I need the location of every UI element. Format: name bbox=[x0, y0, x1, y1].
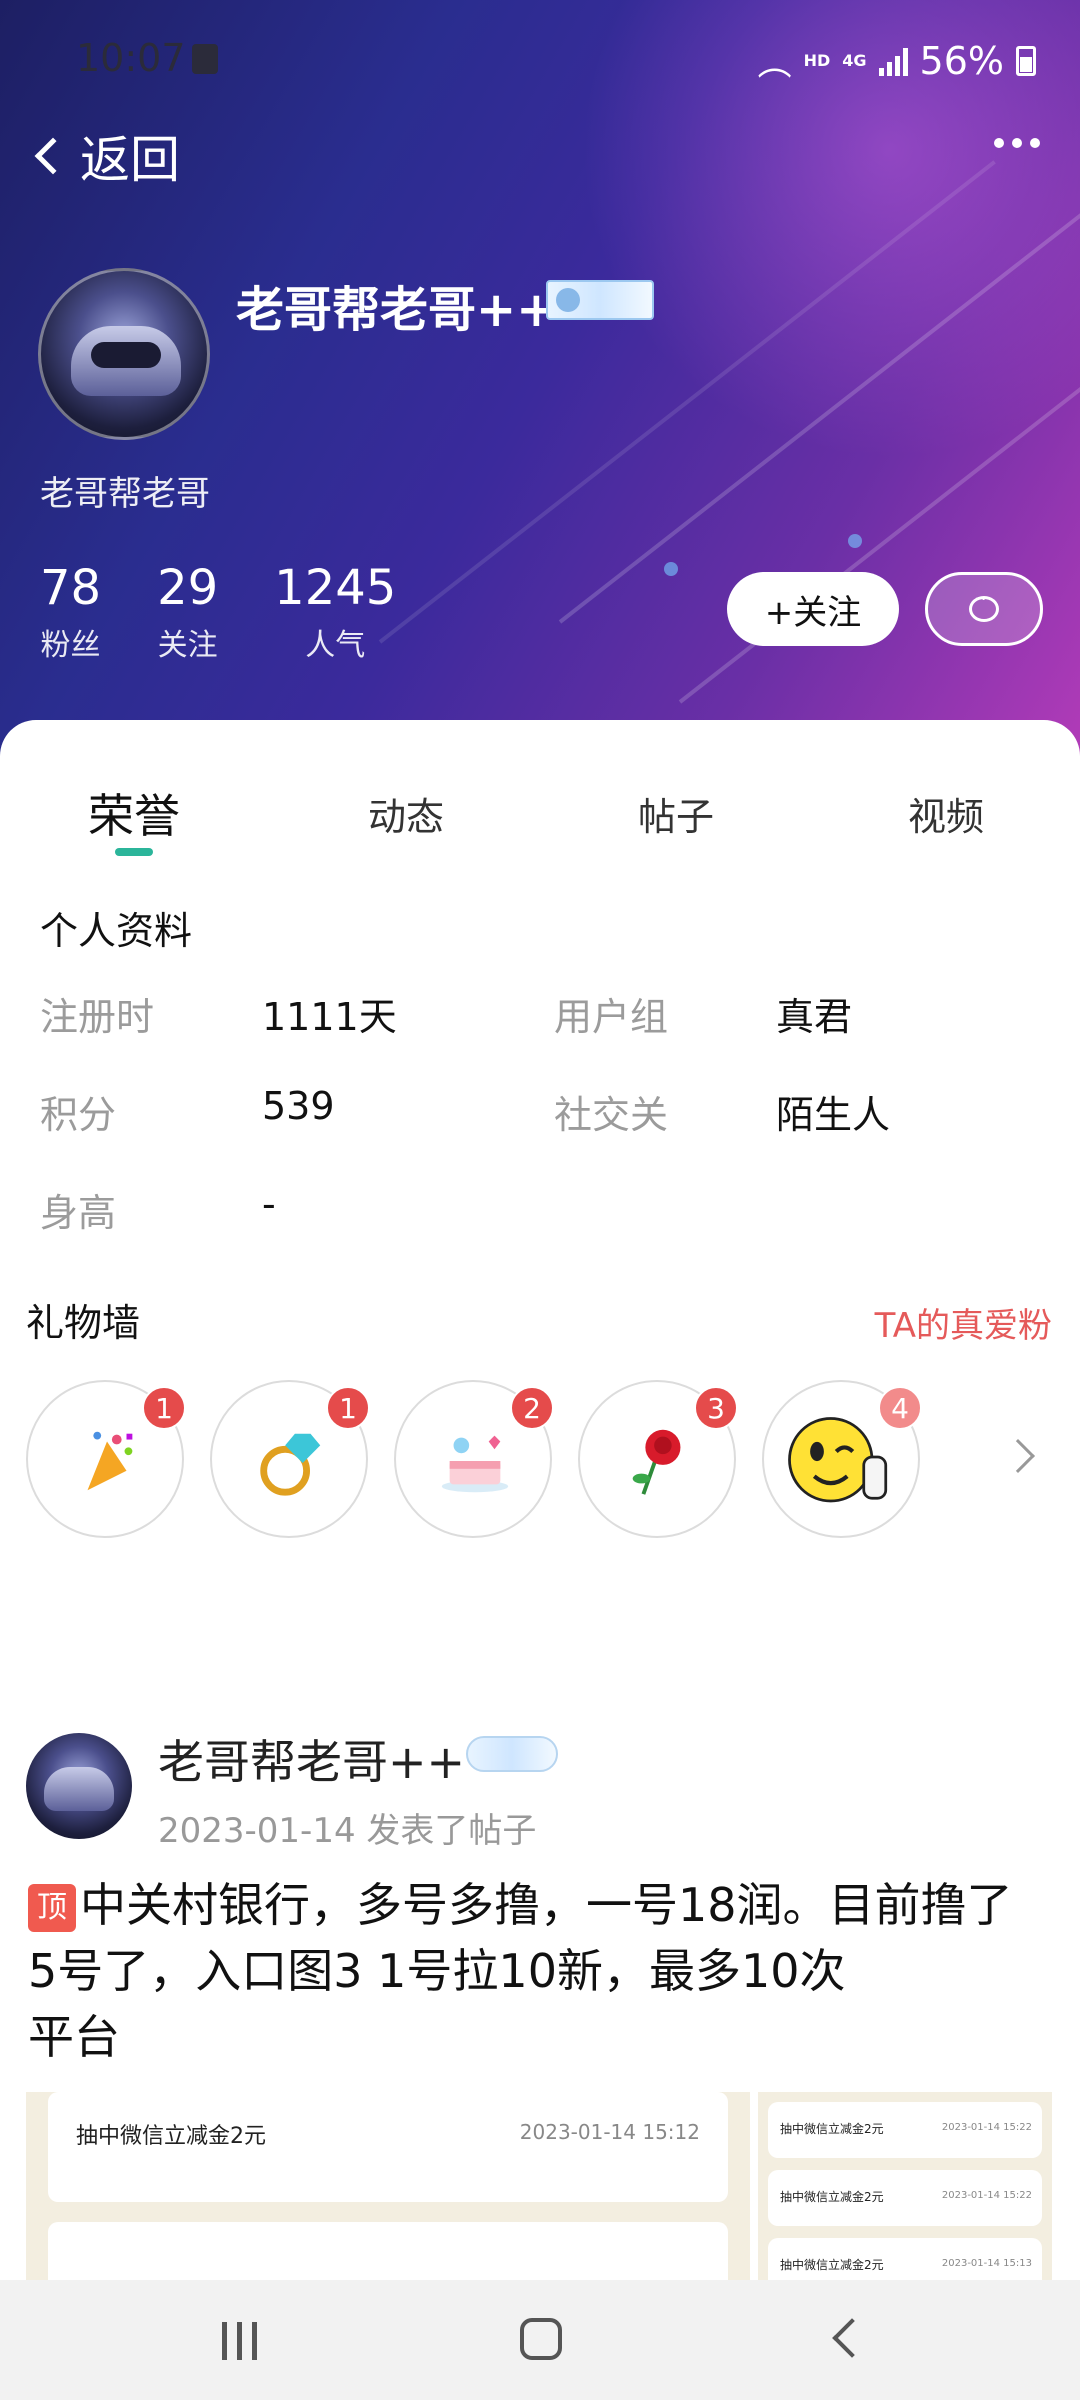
battery-percent: 56% bbox=[919, 38, 1004, 83]
wifi-icon: ︵ bbox=[757, 44, 792, 84]
gift-item[interactable]: 1 bbox=[26, 1380, 186, 1538]
info-value-register: 1111天 bbox=[262, 995, 397, 1039]
profile-header: 10:07 ︵ HD 4G 56% 返回 老哥帮老哥++ 老哥帮老哥 78 粉丝… bbox=[0, 0, 1080, 760]
avatar[interactable] bbox=[38, 268, 210, 440]
stat-following[interactable]: 29 关注 bbox=[157, 560, 218, 664]
gift-count-badge: 2 bbox=[510, 1386, 554, 1430]
stat-value: 29 bbox=[157, 560, 219, 616]
back-chevron-icon bbox=[34, 137, 72, 175]
post-text-line: 中关村银行，多号多撸，一号18润。目前撸了 bbox=[80, 1878, 1013, 1932]
cake-icon bbox=[441, 1435, 509, 1493]
info-value-points: 539 bbox=[262, 1084, 335, 1128]
post-title[interactable]: 顶中关村银行，多号多撸，一号18润。目前撸了 5号了，入口图3 1号拉10新，最… bbox=[28, 1872, 1058, 2070]
receipt-date: 2023-01-14 15:13 bbox=[941, 2258, 1032, 2269]
info-label-register: 注册时 bbox=[40, 995, 155, 1039]
receipt-title: 抽中微信立减金2元 bbox=[780, 2190, 884, 2204]
tab-videos[interactable]: 视频 bbox=[846, 786, 1046, 841]
info-value-group: 真君 bbox=[776, 995, 853, 1039]
recent-apps-icon[interactable] bbox=[222, 2322, 257, 2360]
follow-button[interactable]: +关注 bbox=[727, 572, 899, 646]
home-icon[interactable] bbox=[520, 2318, 562, 2360]
tab-honor[interactable]: 荣誉 bbox=[34, 780, 234, 846]
profile-tabs: 荣誉 动态 帖子 视频 bbox=[0, 780, 1080, 860]
true-fans-link[interactable]: TA的真爱粉 bbox=[875, 1298, 1052, 1347]
receipt-card: 抽中微信立减金2元 2023-01-14 15:22 bbox=[768, 2170, 1042, 2226]
receipt-title: 抽中微信立减金2元 bbox=[780, 2122, 884, 2136]
gift-item[interactable]: 4 bbox=[762, 1380, 922, 1538]
more-options-button[interactable] bbox=[994, 138, 1040, 148]
status-time: 10:07 bbox=[76, 36, 186, 80]
signal-icon bbox=[878, 46, 908, 76]
info-value-relation: 陌生人 bbox=[776, 1093, 891, 1137]
receipt-title: 抽中微信立减金2元 bbox=[76, 2124, 266, 2149]
car-avatar-image bbox=[71, 326, 181, 396]
profile-content-card: 荣誉 动态 帖子 视频 个人资料 注册时 1111天 用户组 真君 积分 539… bbox=[0, 720, 1080, 2322]
rose-icon bbox=[632, 1429, 681, 1495]
network-type: 4G bbox=[842, 51, 867, 70]
active-tab-indicator bbox=[115, 848, 153, 856]
post-text-line: 5号了，入口图3 1号拉10新，最多10次 bbox=[28, 1944, 846, 1998]
tab-activity[interactable]: 动态 bbox=[306, 786, 506, 841]
battery-icon bbox=[1016, 45, 1036, 76]
info-value-height: - bbox=[262, 1182, 276, 1226]
diamond-ring-icon bbox=[260, 1433, 321, 1496]
gift-count-badge: 4 bbox=[878, 1386, 922, 1430]
receipt-date: 2023-01-14 15:22 bbox=[941, 2190, 1032, 2201]
gift-count-badge: 1 bbox=[142, 1386, 186, 1430]
receipt-card: 抽中微信立减金2元 2023-01-14 15:22 bbox=[768, 2102, 1042, 2158]
system-navigation-bar bbox=[0, 2280, 1080, 2400]
back-button[interactable]: 返回 bbox=[26, 120, 180, 192]
stat-popularity: 1245 人气 bbox=[274, 560, 396, 664]
stat-label: 关注 bbox=[157, 628, 218, 663]
back-label: 返回 bbox=[80, 131, 180, 189]
gift-item[interactable]: 2 bbox=[394, 1380, 554, 1538]
car-avatar-image bbox=[44, 1767, 114, 1811]
info-label-relation: 社交关 bbox=[554, 1093, 669, 1137]
info-label-points: 积分 bbox=[40, 1093, 117, 1137]
pinned-tag: 顶 bbox=[28, 1884, 76, 1932]
level-badge-icon bbox=[466, 1736, 558, 1772]
level-badge-icon bbox=[546, 280, 654, 320]
profile-stats: 78 粉丝 29 关注 1245 人气 bbox=[40, 560, 396, 664]
profile-info-title: 个人资料 bbox=[40, 909, 193, 953]
party-popper-icon bbox=[87, 1431, 133, 1491]
status-indicators: ︵ HD 4G 56% bbox=[758, 36, 1036, 85]
post-author-name[interactable]: 老哥帮老哥++ bbox=[158, 1726, 465, 1792]
stat-label: 粉丝 bbox=[40, 628, 101, 663]
profile-username: 老哥帮老哥++ bbox=[236, 282, 557, 338]
chevron-right-icon[interactable] bbox=[1001, 1439, 1035, 1473]
stat-value: 1245 bbox=[274, 560, 397, 616]
chat-bubble-icon bbox=[969, 589, 999, 622]
post-text-line: 平台 bbox=[28, 2010, 120, 2064]
status-bar: 10:07 ︵ HD 4G 56% bbox=[0, 30, 1080, 90]
info-label-height: 身高 bbox=[40, 1191, 117, 1235]
receipt-date: 2023-01-14 15:22 bbox=[941, 2122, 1032, 2133]
gift-item[interactable]: 1 bbox=[210, 1380, 370, 1538]
receipt-card: 抽中微信立减金2元 2023-01-14 15:12 bbox=[48, 2092, 728, 2202]
header-background-dot bbox=[664, 562, 678, 576]
info-label-group: 用户组 bbox=[554, 995, 669, 1039]
receipt-title: 抽中微信立减金2元 bbox=[780, 2258, 884, 2272]
post-meta: 2023-01-14 发表了帖子 bbox=[158, 1811, 537, 1851]
tab-posts[interactable]: 帖子 bbox=[576, 786, 776, 841]
gift-count-badge: 3 bbox=[694, 1386, 738, 1430]
message-button[interactable] bbox=[925, 572, 1043, 646]
post-author-avatar[interactable] bbox=[26, 1733, 132, 1839]
stat-label: 人气 bbox=[305, 628, 366, 663]
profile-signature: 老哥帮老哥 bbox=[40, 474, 210, 514]
app-notification-icon bbox=[192, 44, 218, 74]
header-background-dot bbox=[848, 534, 862, 548]
gift-wall-title: 礼物墙 bbox=[26, 1301, 141, 1345]
hd-indicator: HD bbox=[803, 51, 831, 70]
back-icon[interactable] bbox=[832, 2318, 872, 2358]
gift-count-badge: 1 bbox=[326, 1386, 370, 1430]
stat-fans[interactable]: 78 粉丝 bbox=[40, 560, 101, 664]
receipt-date: 2023-01-14 15:12 bbox=[519, 2120, 700, 2144]
thumbs-up-emoji-icon bbox=[788, 1417, 888, 1503]
gift-item[interactable]: 3 bbox=[578, 1380, 738, 1538]
stat-value: 78 bbox=[40, 560, 102, 616]
